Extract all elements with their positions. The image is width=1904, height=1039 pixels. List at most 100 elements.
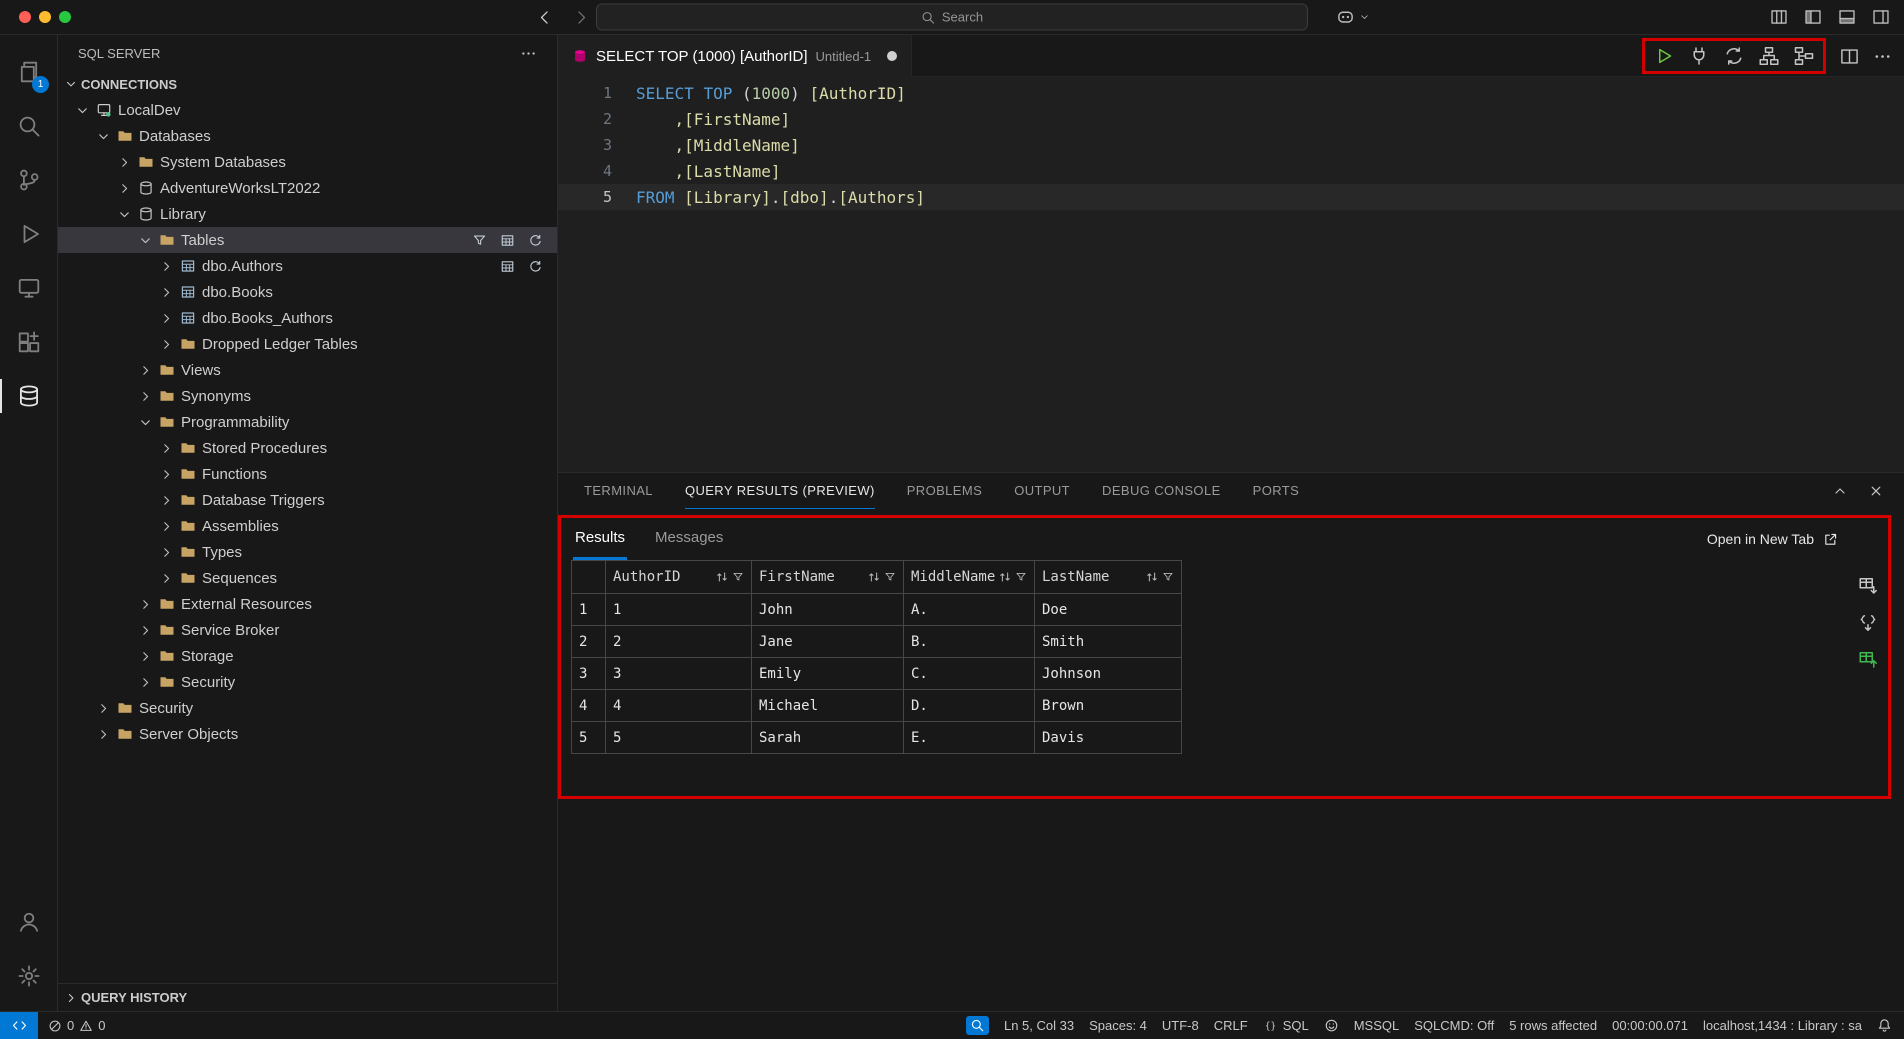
code-line-4[interactable]: 4 ,[LastName] — [558, 158, 1904, 184]
tree-item-dropped-ledger-tables[interactable]: Dropped Ledger Tables — [58, 331, 557, 357]
remote-indicator[interactable] — [0, 1012, 38, 1039]
sidebar-more-actions-button[interactable] — [520, 45, 537, 62]
grid-cell[interactable]: Doe — [1035, 594, 1182, 626]
tree-item-external-resources[interactable]: External Resources — [58, 591, 557, 617]
editor-code[interactable]: 1SELECT TOP (1000) [AuthorID]2 ,[FirstNa… — [558, 77, 1904, 472]
tree-item-localdev[interactable]: LocalDev — [58, 97, 557, 123]
tree-item-security[interactable]: Security — [58, 669, 557, 695]
tree-item-types[interactable]: Types — [58, 539, 557, 565]
tree-item-dbo-authors[interactable]: dbo.Authors — [58, 253, 557, 279]
chevron-right-icon[interactable] — [156, 337, 177, 352]
grid-cell[interactable]: Sarah — [752, 722, 904, 754]
toolbar-change-connection-button[interactable] — [1724, 46, 1744, 66]
chevron-down-icon[interactable] — [72, 103, 93, 118]
minimize-window-button[interactable] — [39, 11, 51, 23]
panel-tab-ports[interactable]: PORTS — [1253, 473, 1300, 509]
tree-item-security[interactable]: Security — [58, 695, 557, 721]
tree-item-dbo-books-authors[interactable]: dbo.Books_Authors — [58, 305, 557, 331]
code-line-3[interactable]: 3 ,[MiddleName] — [558, 132, 1904, 158]
panel-tab-output[interactable]: OUTPUT — [1014, 473, 1070, 509]
status-language-status[interactable] — [1324, 1018, 1339, 1033]
table-grid-icon[interactable] — [500, 233, 515, 248]
grid-cell[interactable]: Michael — [752, 690, 904, 722]
open-in-new-tab-button[interactable]: Open in New Tab — [1707, 518, 1838, 560]
refresh-icon[interactable] — [528, 233, 543, 248]
chevron-right-icon[interactable] — [156, 259, 177, 274]
panel-tab-terminal[interactable]: TERMINAL — [584, 473, 653, 509]
chevron-down-icon[interactable] — [135, 233, 156, 248]
code-line-5[interactable]: 5FROM [Library].[dbo].[Authors] — [558, 184, 1904, 210]
sort-icon[interactable] — [867, 570, 881, 584]
save-as-excel-button[interactable] — [1858, 650, 1878, 670]
toggle-primary-sidebar-button[interactable] — [1804, 8, 1822, 26]
tree-item-databases[interactable]: Databases — [58, 123, 557, 149]
grid-corner-cell[interactable] — [572, 561, 606, 594]
chevron-down-icon[interactable] — [114, 207, 135, 222]
grid-row-number[interactable]: 3 — [572, 658, 606, 690]
status-rows-affected[interactable]: 5 rows affected — [1509, 1018, 1597, 1033]
toggle-panel-button[interactable] — [1838, 8, 1856, 26]
tree-item-assemblies[interactable]: Assemblies — [58, 513, 557, 539]
activity-item-sql-server[interactable] — [0, 369, 57, 423]
save-as-json-button[interactable] — [1858, 613, 1878, 633]
grid-column-header-firstname[interactable]: FirstName — [752, 561, 904, 594]
editor-tab[interactable]: SELECT TOP (1000) [AuthorID] Untitled-1 — [558, 35, 912, 77]
sort-icon[interactable] — [998, 570, 1012, 584]
chevron-right-icon[interactable] — [156, 285, 177, 300]
grid-cell[interactable]: 5 — [606, 722, 752, 754]
close-window-button[interactable] — [19, 11, 31, 23]
status-eol-sequence[interactable]: CRLF — [1214, 1018, 1248, 1033]
grid-column-header-middlename[interactable]: MiddleName — [904, 561, 1035, 594]
panel-tab-debug-console[interactable]: DEBUG CONSOLE — [1102, 473, 1221, 509]
filter-icon[interactable] — [472, 233, 487, 248]
tree-item-views[interactable]: Views — [58, 357, 557, 383]
sort-icon[interactable] — [715, 570, 729, 584]
toolbar-run-query-button[interactable] — [1654, 46, 1674, 66]
grid-cell[interactable]: D. — [904, 690, 1035, 722]
grid-row-number[interactable]: 1 — [572, 594, 606, 626]
grid-cell[interactable]: Smith — [1035, 626, 1182, 658]
filter-icon[interactable] — [1015, 571, 1027, 583]
chevron-right-icon[interactable] — [135, 623, 156, 638]
status-indentation[interactable]: Spaces: 4 — [1089, 1018, 1147, 1033]
chevron-right-icon[interactable] — [135, 675, 156, 690]
filter-icon[interactable] — [884, 571, 896, 583]
tree-item-database-triggers[interactable]: Database Triggers — [58, 487, 557, 513]
chevron-right-icon[interactable] — [156, 519, 177, 534]
toggle-secondary-sidebar-button[interactable] — [1872, 8, 1890, 26]
results-tab-messages[interactable]: Messages — [653, 518, 725, 560]
toolbar-more-actions-button[interactable] — [1873, 47, 1892, 66]
chevron-right-icon[interactable] — [93, 727, 114, 742]
filter-icon[interactable] — [1162, 571, 1174, 583]
status-query-duration[interactable]: 00:00:00.071 — [1612, 1018, 1688, 1033]
grid-cell[interactable]: B. — [904, 626, 1035, 658]
chevron-right-icon[interactable] — [135, 389, 156, 404]
chevron-right-icon[interactable] — [156, 311, 177, 326]
chevron-right-icon[interactable] — [156, 571, 177, 586]
tree-item-stored-procedures[interactable]: Stored Procedures — [58, 435, 557, 461]
status-sqlcmd-mode[interactable]: SQLCMD: Off — [1414, 1018, 1494, 1033]
go-forward-button[interactable] — [573, 9, 590, 26]
tree-item-dbo-books[interactable]: dbo.Books — [58, 279, 557, 305]
tree-item-service-broker[interactable]: Service Broker — [58, 617, 557, 643]
chevron-down-icon[interactable] — [135, 415, 156, 430]
chevron-right-icon[interactable] — [156, 467, 177, 482]
filter-icon[interactable] — [732, 571, 744, 583]
code-line-2[interactable]: 2 ,[FirstName] — [558, 106, 1904, 132]
table-grid-icon[interactable] — [500, 259, 515, 274]
grid-cell[interactable]: John — [752, 594, 904, 626]
chevron-down-icon[interactable] — [93, 129, 114, 144]
toolbar-actual-plan-button[interactable] — [1794, 46, 1814, 66]
chevron-right-icon[interactable] — [135, 363, 156, 378]
grid-cell[interactable]: C. — [904, 658, 1035, 690]
command-center-search[interactable]: Search — [596, 4, 1308, 31]
chevron-right-icon[interactable] — [156, 493, 177, 508]
activity-item-search[interactable] — [0, 99, 57, 153]
grid-cell[interactable]: 1 — [606, 594, 752, 626]
status-cursor-position[interactable]: Ln 5, Col 33 — [1004, 1018, 1074, 1033]
chevron-right-icon[interactable] — [114, 181, 135, 196]
status-notifications[interactable] — [1877, 1018, 1892, 1033]
save-as-csv-button[interactable] — [1858, 576, 1878, 596]
grid-column-header-authorid[interactable]: AuthorID — [606, 561, 752, 594]
status-zoom-indicator[interactable] — [966, 1016, 989, 1035]
